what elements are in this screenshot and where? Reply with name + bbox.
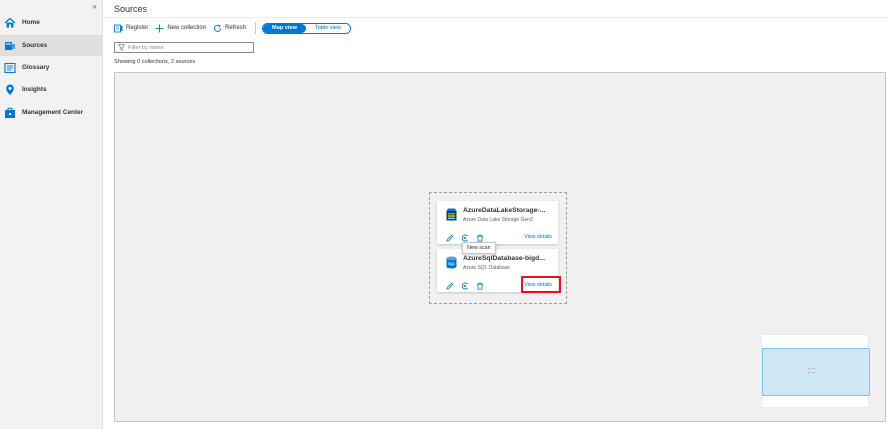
register-button[interactable]: Register: [114, 24, 148, 33]
filter-box[interactable]: [114, 42, 254, 53]
filter-input[interactable]: [128, 44, 248, 51]
source-actions: [445, 281, 490, 290]
delete-icon[interactable]: [475, 233, 484, 242]
minimap-nodes: [808, 368, 816, 374]
sidebar-item-sources[interactable]: Sources: [0, 35, 102, 56]
sidebar-item-label: Management Center: [22, 109, 84, 116]
view-toggle: Map view Table view: [262, 22, 352, 34]
source-actions: [445, 233, 490, 242]
tooltip: New scan: [462, 242, 496, 254]
source-name: AzureDataLakeStorage-...: [463, 207, 546, 214]
minimap-viewport[interactable]: [762, 348, 870, 396]
source-name: AzureSqlDatabase-bigd...: [463, 255, 545, 262]
divider: [104, 17, 889, 18]
toolbar: Register New collection Refresh Map view…: [114, 21, 352, 35]
sidebar-item-label: Sources: [22, 42, 48, 49]
register-label: Register: [126, 25, 149, 31]
map-canvas[interactable]: AzureDataLakeStorage-... Azure Data Lake…: [114, 72, 886, 422]
sidebar: « Home Sources Glossary Insights Managem…: [0, 0, 103, 429]
sidebar-item-label: Home: [22, 19, 40, 26]
sidebar-item-glossary[interactable]: Glossary: [0, 57, 102, 78]
map-view-tab[interactable]: Map view: [263, 23, 306, 33]
collapse-sidebar-button[interactable]: «: [93, 2, 97, 11]
delete-icon[interactable]: [475, 281, 484, 290]
new-collection-button[interactable]: New collection: [155, 24, 206, 33]
sidebar-item-label: Glossary: [22, 64, 50, 71]
app-window: « Home Sources Glossary Insights Managem…: [0, 0, 889, 429]
svg-text:SQL: SQL: [448, 262, 455, 266]
refresh-button[interactable]: Refresh: [213, 23, 247, 33]
sidebar-item-home[interactable]: Home: [0, 12, 102, 33]
filter-icon: [118, 44, 126, 51]
minimap[interactable]: [761, 334, 870, 408]
sql-database-icon: SQL: [446, 256, 457, 269]
new-collection-label: New collection: [167, 25, 207, 31]
refresh-label: Refresh: [225, 25, 247, 31]
edit-icon[interactable]: [445, 281, 454, 290]
new-scan-icon[interactable]: [460, 281, 469, 290]
sidebar-item-insights[interactable]: Insights: [0, 79, 102, 100]
view-details-link[interactable]: View details: [524, 234, 552, 240]
insights-icon: [4, 84, 16, 96]
sidebar-item-management-center[interactable]: Management Center: [0, 102, 102, 123]
source-type: Azure Data Lake Storage Gen2: [463, 217, 533, 223]
highlight-box: [521, 276, 561, 293]
register-icon: [114, 24, 123, 33]
edit-icon[interactable]: [445, 233, 454, 242]
sources-icon: [4, 40, 16, 52]
page-title: Sources: [114, 4, 148, 14]
summary-text: Showing 0 collections, 2 sources: [114, 59, 196, 65]
new-scan-icon[interactable]: [460, 233, 469, 242]
toolbar-divider: [255, 22, 257, 34]
plus-icon: [155, 24, 164, 33]
root-collection-group: AzureDataLakeStorage-... Azure Data Lake…: [429, 192, 567, 304]
management-center-icon: [4, 107, 16, 119]
source-type: Azure SQL Database: [463, 265, 511, 271]
main-content: Sources Register New collection Refresh: [104, 0, 889, 429]
refresh-icon: [213, 23, 222, 33]
data-lake-storage-icon: [446, 208, 457, 221]
source-card[interactable]: SQL AzureSqlDatabase-bigd... Azure SQL D…: [437, 249, 561, 293]
home-icon: [4, 17, 16, 29]
sidebar-item-label: Insights: [22, 86, 47, 93]
glossary-icon: [4, 62, 16, 74]
source-card[interactable]: AzureDataLakeStorage-... Azure Data Lake…: [437, 201, 558, 244]
table-view-tab[interactable]: Table view: [305, 23, 351, 33]
